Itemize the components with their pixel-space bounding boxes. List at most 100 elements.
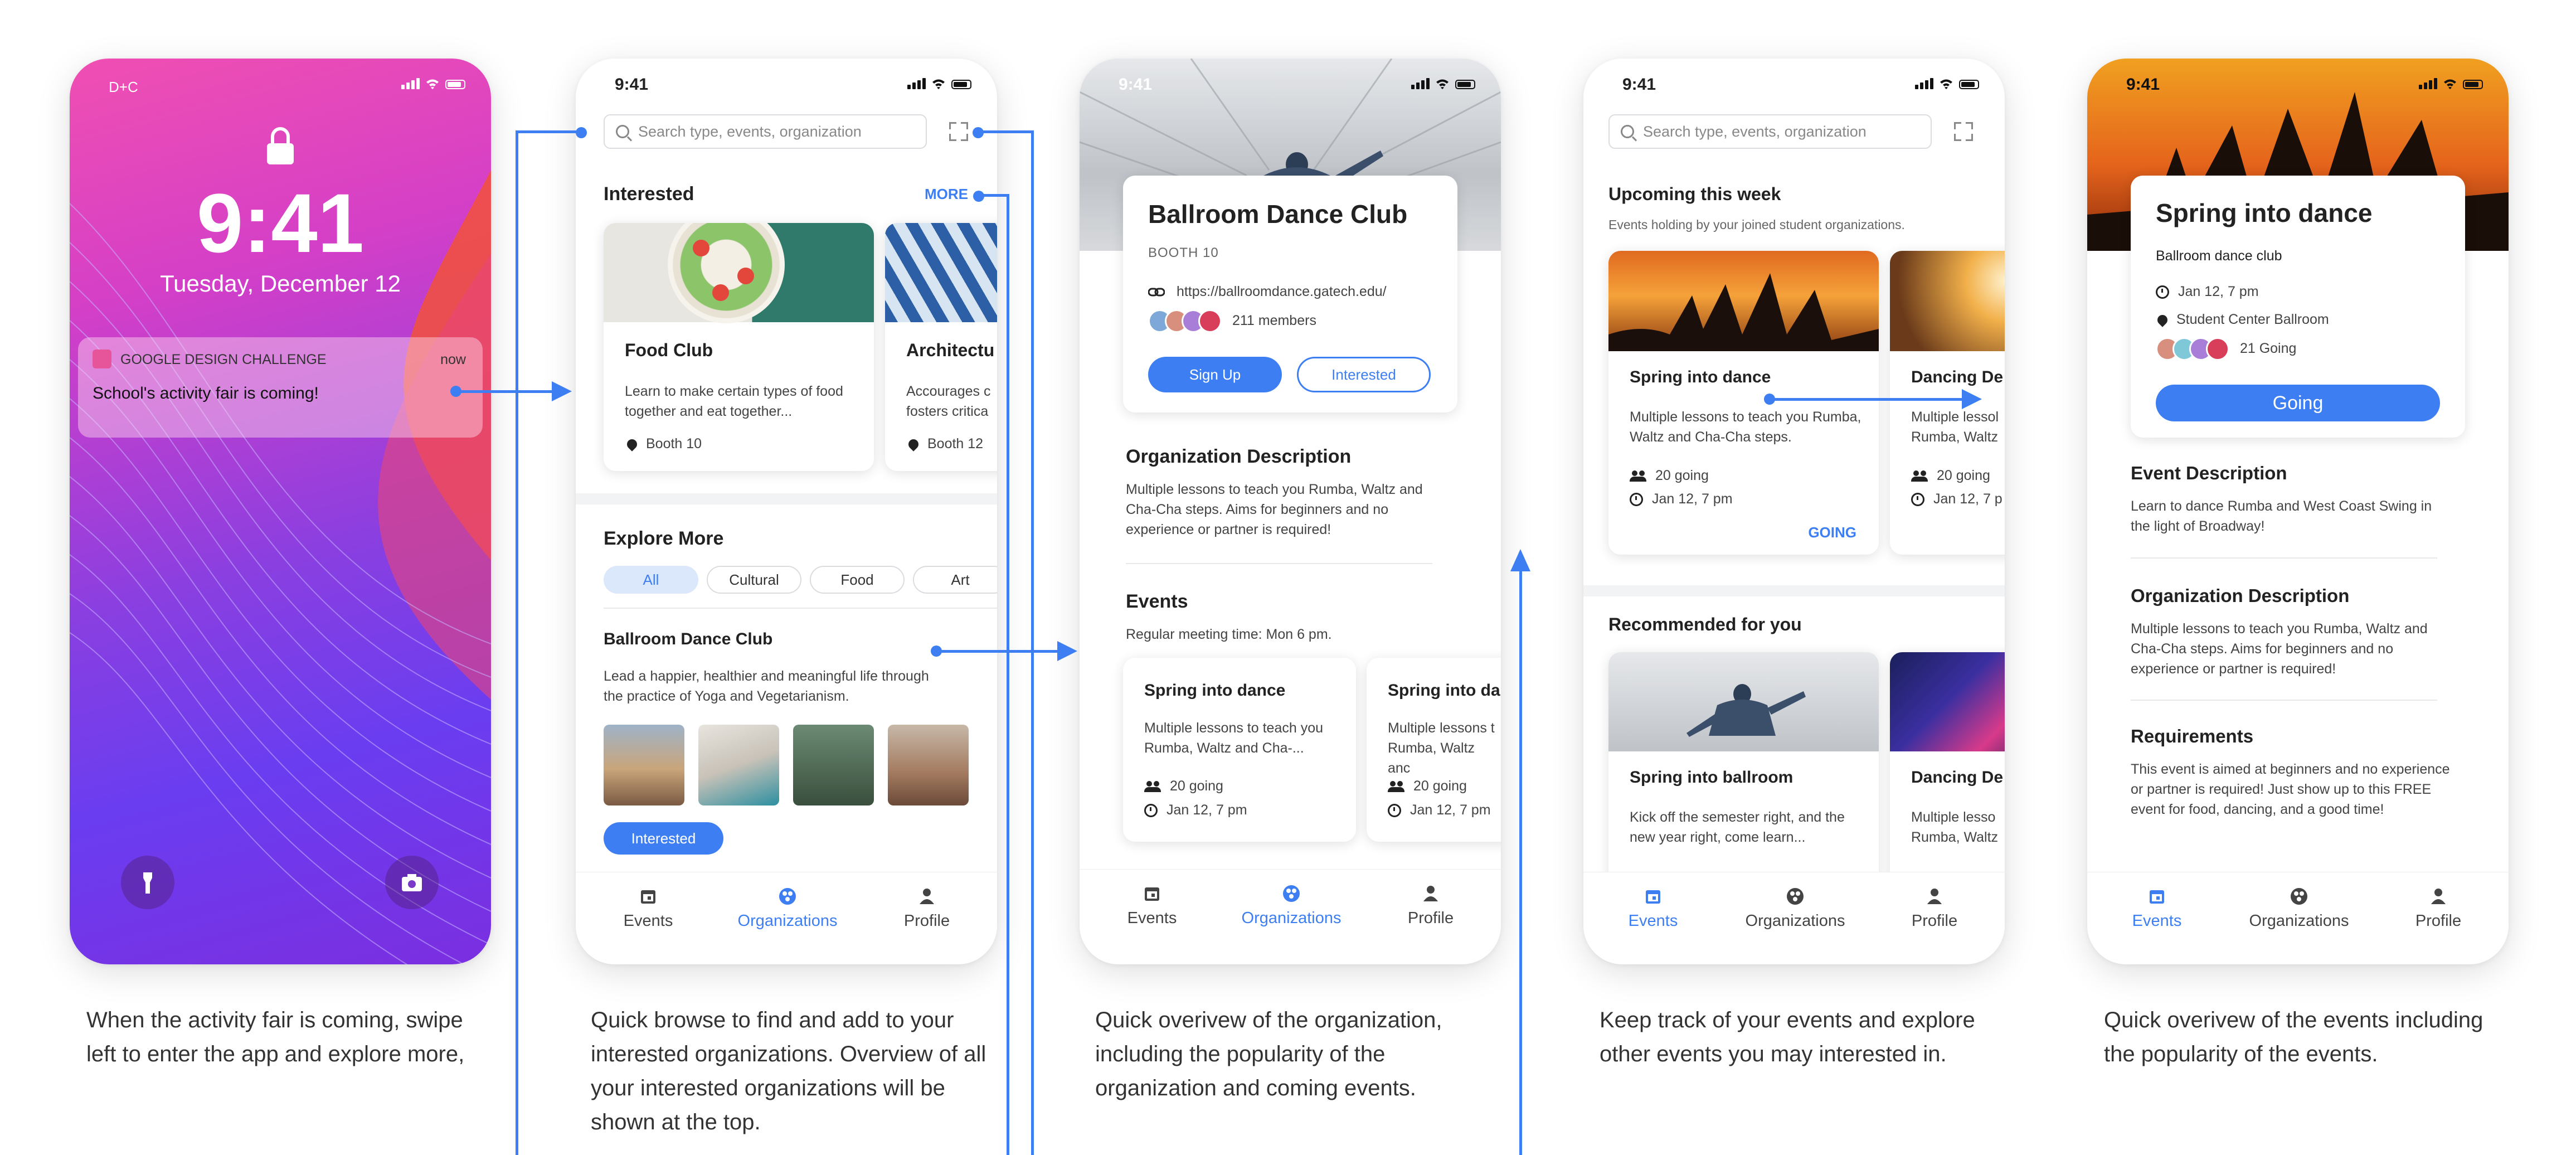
member-avatars (1148, 309, 1222, 333)
booth-label: BOOTH 10 (1148, 245, 1219, 260)
event-card[interactable]: Spring into da Multiple lessons t Rumba,… (1367, 658, 1501, 842)
scan-icon[interactable] (949, 122, 968, 141)
battery-icon (1959, 80, 1979, 89)
chip-art[interactable]: Art (913, 566, 997, 594)
profile-icon (1423, 886, 1438, 901)
event-title: Spring into ballroom (1630, 768, 1794, 787)
card-title: Architectu (906, 340, 995, 360)
card-title: Food Club (625, 340, 713, 360)
camera-icon (402, 874, 422, 891)
interested-section: 9:41 Search type, events, organization I… (576, 59, 997, 493)
organizations-screen: 9:41 Search type, events, organization I… (576, 59, 997, 964)
interested-title: Interested (604, 183, 694, 205)
going-count: 21 Going (2156, 337, 2296, 361)
bottom-nav: Events Organizations Profile (1080, 869, 1501, 964)
chip-cultural[interactable]: Cultural (707, 566, 801, 594)
ballroom-image (1608, 652, 1879, 751)
event-date: Jan 12, 7 pm (1630, 489, 1733, 509)
wifi-icon (932, 79, 945, 89)
app-icon (93, 350, 111, 368)
card-booth: Booth 12 (906, 434, 983, 454)
event-desc: Kick off the semester right, and the new… (1630, 809, 1845, 845)
scan-icon[interactable] (1954, 122, 1973, 141)
event-desc: Multiple lessons to teach you Rumba, Wal… (1630, 409, 1861, 445)
nav-organizations[interactable]: Organizations (2243, 886, 2355, 930)
camera-button[interactable] (385, 856, 439, 909)
org-card-food-club[interactable]: Food Club Learn to make certain types of… (604, 223, 874, 471)
architecture-image (885, 223, 997, 322)
org-desc: Multiple lessons to teach you Rumba, Wal… (2131, 621, 2428, 677)
attendee-avatars (2156, 337, 2229, 361)
nav-events[interactable]: Events (2101, 886, 2213, 930)
battery-icon (445, 80, 465, 89)
status-bar: 9:41 (2087, 59, 2509, 111)
sunset-image (1608, 251, 1879, 351)
event-card[interactable]: Spring into dance Multiple lessons to te… (1123, 658, 1356, 842)
org-desc-title: Organization Description (2131, 585, 2350, 606)
search-input[interactable]: Search type, events, organization (604, 114, 927, 149)
wifi-icon (1940, 79, 1952, 89)
club-photo (698, 725, 779, 805)
club-title[interactable]: Ballroom Dance Club (604, 630, 772, 649)
flashlight-icon (143, 872, 152, 894)
event-desc: Multiple lessons t Rumba, Waltz anc (1388, 720, 1495, 776)
nav-organizations[interactable]: Organizations (1236, 884, 1347, 928)
flashlight-button[interactable] (121, 856, 174, 909)
requirements-title: Requirements (2131, 726, 2254, 746)
notification-card[interactable]: GOOGLE DESIGN CHALLENGE now School's act… (78, 337, 483, 438)
event-info-card: Spring into dance Ballroom dance club Ja… (2131, 176, 2465, 438)
organizations-icon (1787, 888, 1804, 905)
meeting-time: Regular meeting time: Mon 6 pm. (1126, 627, 1332, 642)
upcoming-event-card[interactable]: Dancing De Multiple lessol Rumba, Waltz … (1890, 251, 2005, 555)
nav-profile[interactable]: Profile (2383, 886, 2494, 930)
location-icon (2155, 313, 2170, 328)
upcoming-subtitle: Events holding by your joined student or… (1608, 217, 1905, 232)
search-input[interactable]: Search type, events, organization (1608, 114, 1932, 149)
sign-up-button[interactable]: Sign Up (1148, 357, 1282, 392)
nav-events[interactable]: Events (1096, 884, 1208, 928)
chip-all[interactable]: All (604, 566, 698, 594)
caption-2: Quick browse to find and add to your int… (591, 1008, 986, 1134)
upcoming-event-card[interactable]: Spring into dance Multiple lessons to te… (1608, 251, 1879, 555)
interested-button[interactable]: Interested (604, 822, 723, 855)
battery-icon (1455, 80, 1475, 89)
people-icon (1630, 470, 1646, 482)
recommended-event-card[interactable]: Dancing De Multiple lesso Rumba, Waltz (1890, 652, 2005, 909)
going-button[interactable]: Going (2156, 385, 2440, 421)
bottom-nav: Events Organizations Profile (1583, 872, 2005, 964)
caption-5: Quick overivew of the events including t… (2104, 1008, 2483, 1066)
nav-events[interactable]: Events (592, 886, 704, 930)
wifi-icon (426, 79, 439, 89)
people-icon (1911, 470, 1928, 482)
club-photo (604, 725, 684, 805)
food-image (604, 223, 874, 323)
upcoming-title: Upcoming this week (1608, 184, 1781, 204)
status-bar: 9:41 (576, 59, 997, 111)
explore-title: Explore More (604, 528, 724, 549)
nav-organizations[interactable]: Organizations (1739, 886, 1851, 930)
org-card-architecture[interactable]: Architectu Accourages c fosters critica … (885, 223, 997, 471)
nav-events[interactable]: Events (1597, 886, 1709, 930)
going-status[interactable]: GOING (1808, 524, 1856, 541)
chip-food[interactable]: Food (810, 566, 905, 594)
club-title: Ballroom Dance Club (1148, 200, 1408, 229)
caption-4: Keep track of your events and explore ot… (1600, 1008, 1975, 1066)
nav-profile[interactable]: Profile (871, 886, 983, 930)
status-time: 9:41 (2126, 75, 2160, 94)
event-place: Student Center Ballroom (2155, 309, 2329, 329)
nav-profile[interactable]: Profile (1375, 884, 1486, 928)
club-url[interactable]: https://ballroomdance.gatech.edu/ (1148, 282, 1387, 302)
nav-organizations[interactable]: Organizations (732, 886, 843, 930)
concert-image (1890, 251, 2005, 351)
nav-profile[interactable]: Profile (1879, 886, 1990, 930)
recommended-event-card[interactable]: Spring into ballroom Kick off the semest… (1608, 652, 1879, 909)
lock-icon (267, 127, 294, 164)
requirements-desc: This event is aimed at beginners and no … (2131, 761, 2450, 817)
events-screen: 9:41 Search type, events, organization U… (1583, 59, 2005, 964)
interested-button[interactable]: Interested (1297, 357, 1431, 392)
organizations-icon (779, 888, 796, 905)
more-link[interactable]: MORE (925, 186, 968, 203)
recommended-title: Recommended for you (1608, 614, 1802, 634)
profile-icon (1927, 889, 1942, 904)
card-booth: Booth 10 (625, 434, 702, 454)
